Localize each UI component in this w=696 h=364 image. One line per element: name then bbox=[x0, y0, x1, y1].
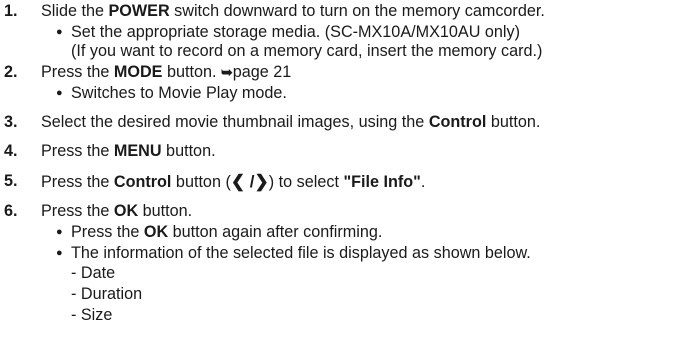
bullet-icon: ● bbox=[56, 87, 63, 99]
step-text: Select the desired movie thumbnail image… bbox=[41, 113, 541, 131]
left-right-chevron-icon: ❮ /❯ bbox=[230, 172, 269, 191]
step-text: Press the Control button (❮ /❯) to selec… bbox=[41, 172, 426, 191]
step-number: 2. bbox=[4, 63, 18, 81]
step-number: 3. bbox=[4, 113, 18, 131]
bullet-icon: ● bbox=[56, 247, 63, 259]
step-text: Press the OK button. bbox=[41, 202, 193, 220]
step-text: Press the MENU button. bbox=[41, 142, 216, 160]
step-number: 6. bbox=[4, 202, 18, 220]
step-number: 1. bbox=[4, 2, 18, 20]
step-text: Slide the POWER switch downward to turn … bbox=[41, 2, 545, 20]
step-number: 5. bbox=[4, 172, 18, 190]
bullet-icon: ● bbox=[56, 226, 63, 238]
page-ref-arrow-icon: ➥ bbox=[220, 64, 233, 80]
step-number: 4. bbox=[4, 142, 18, 160]
page-ref[interactable]: page 21 bbox=[233, 63, 292, 81]
bullet-icon: ● bbox=[56, 26, 63, 38]
step-text: Press the MODE button. ➥page 21 bbox=[41, 63, 292, 81]
